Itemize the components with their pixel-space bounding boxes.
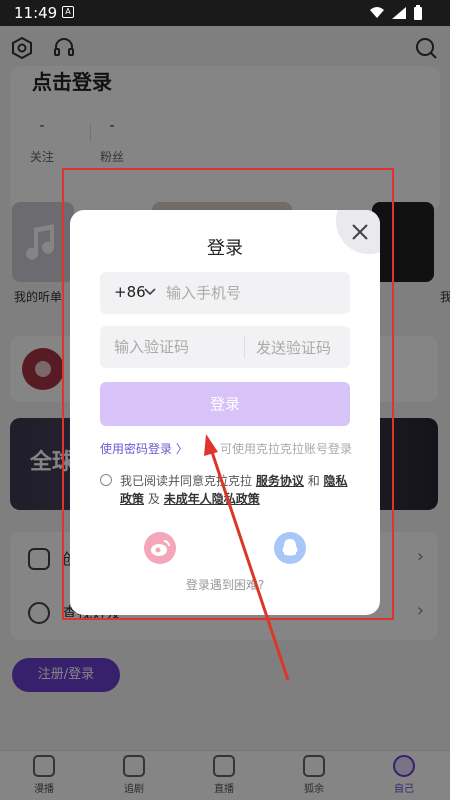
battery-icon <box>414 5 422 20</box>
wifi-icon <box>370 7 384 18</box>
status-bar: 11:49 A <box>0 0 450 26</box>
notification-a-icon: A <box>62 6 74 18</box>
system-icons <box>368 5 438 25</box>
status-time: 11:49 <box>14 4 58 22</box>
annotation-highlight-box <box>62 168 394 620</box>
signal-icon <box>392 7 406 19</box>
